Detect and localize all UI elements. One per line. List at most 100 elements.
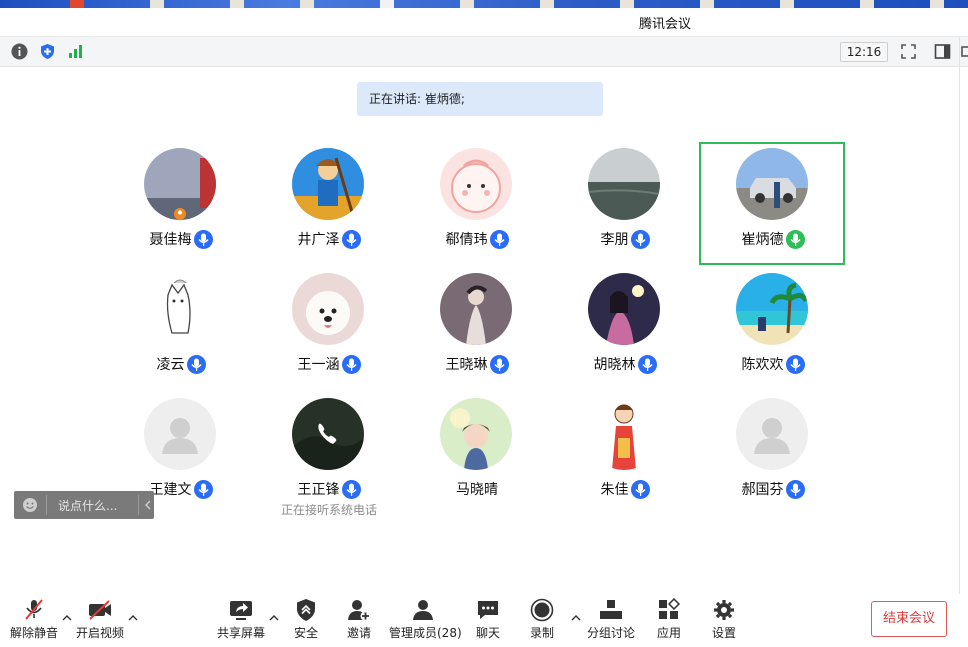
meeting-clock: 12:16 bbox=[840, 42, 888, 62]
avatar bbox=[144, 148, 216, 220]
gear-icon bbox=[711, 598, 737, 622]
participant-tile[interactable]: 郗倩玮 bbox=[403, 143, 551, 267]
participant-tile-active[interactable]: 崔炳德 bbox=[699, 143, 847, 267]
participant-name: 郗倩玮 bbox=[445, 232, 488, 248]
share-options-caret-icon[interactable] bbox=[268, 608, 280, 621]
fullscreen-icon[interactable] bbox=[900, 43, 917, 60]
microphone-icon bbox=[489, 229, 509, 249]
avatar bbox=[736, 148, 808, 220]
participant-name: 胡晓林 bbox=[593, 357, 636, 373]
chat-bubble-icon bbox=[475, 598, 501, 622]
microphone-icon bbox=[637, 354, 657, 374]
microphone-icon bbox=[630, 229, 650, 249]
avatar bbox=[144, 273, 216, 345]
meeting-control-bar: 解除静音 开启视频 共享屏幕 安全 邀请 管理成员(28) 聊天 录制 分组讨论… bbox=[0, 594, 960, 647]
desktop-taskbar-strip bbox=[0, 0, 968, 8]
chat-input-placeholder[interactable]: 说点什么... bbox=[58, 497, 117, 514]
participant-tile[interactable]: 陈欢欢 bbox=[699, 268, 847, 392]
record-options-caret-icon[interactable] bbox=[570, 608, 582, 621]
audio-options-caret-icon[interactable] bbox=[61, 608, 73, 621]
participant-name: 崔炳德 bbox=[741, 232, 784, 248]
manage-members-button[interactable]: 管理成员(28) bbox=[389, 594, 462, 640]
start-video-button[interactable]: 开启视频 bbox=[74, 594, 126, 640]
security-shield-icon[interactable] bbox=[39, 43, 56, 60]
participant-tile[interactable]: 聂佳梅 bbox=[107, 143, 255, 267]
emoji-icon[interactable] bbox=[22, 497, 38, 513]
avatar bbox=[440, 273, 512, 345]
participant-name: 聂佳梅 bbox=[149, 232, 192, 248]
invite-button[interactable]: 邀请 bbox=[339, 594, 379, 640]
record-button[interactable]: 录制 bbox=[522, 594, 562, 640]
microphone-muted-icon bbox=[21, 598, 47, 622]
participant-name: 李朋 bbox=[600, 232, 629, 248]
participant-name: 井广泽 bbox=[297, 232, 340, 248]
share-screen-button[interactable]: 共享屏幕 bbox=[216, 594, 266, 640]
participant-tile[interactable]: 王正锋 正在接听系统电话 bbox=[255, 393, 403, 517]
participant-status: 正在接听系统电话 bbox=[280, 503, 377, 517]
avatar bbox=[736, 398, 808, 470]
avatar bbox=[144, 398, 216, 470]
participant-tile[interactable]: 王一涵 bbox=[255, 268, 403, 392]
microphone-icon bbox=[785, 479, 805, 499]
breakout-icon bbox=[598, 598, 624, 622]
participant-name: 王建文 bbox=[149, 482, 192, 498]
microphone-icon bbox=[630, 479, 650, 499]
microphone-icon bbox=[186, 354, 206, 374]
microphone-speaking-icon bbox=[785, 229, 805, 249]
security-button[interactable]: 安全 bbox=[286, 594, 326, 640]
participant-tile[interactable]: 井广泽 bbox=[255, 143, 403, 267]
record-icon bbox=[529, 598, 555, 622]
participant-name: 王一涵 bbox=[297, 357, 340, 373]
avatar bbox=[292, 273, 364, 345]
avatar bbox=[440, 148, 512, 220]
avatar bbox=[588, 398, 660, 470]
participant-name: 凌云 bbox=[156, 357, 185, 373]
breakout-rooms-button[interactable]: 分组讨论 bbox=[586, 594, 636, 640]
participant-tile[interactable]: 马晓晴 bbox=[403, 393, 551, 517]
apps-button[interactable]: 应用 bbox=[649, 594, 689, 640]
chat-button[interactable]: 聊天 bbox=[468, 594, 508, 640]
meeting-top-toolbar: 12:16 bbox=[0, 37, 968, 67]
shield-icon bbox=[293, 598, 319, 622]
side-panel-icon[interactable] bbox=[934, 43, 951, 60]
video-off-icon bbox=[87, 598, 113, 622]
signal-icon[interactable] bbox=[67, 43, 84, 60]
participant-name: 王正锋 bbox=[297, 482, 340, 498]
avatar bbox=[292, 398, 364, 470]
microphone-icon bbox=[341, 354, 361, 374]
add-user-icon bbox=[346, 598, 372, 622]
microphone-icon bbox=[341, 479, 361, 499]
info-icon[interactable] bbox=[11, 43, 28, 60]
avatar bbox=[588, 273, 660, 345]
apps-grid-icon bbox=[656, 597, 682, 622]
avatar bbox=[736, 273, 808, 345]
participant-name: 陈欢欢 bbox=[741, 357, 784, 373]
end-meeting-button[interactable]: 结束会议 bbox=[871, 601, 947, 637]
window-right-border bbox=[959, 37, 960, 637]
settings-button[interactable]: 设置 bbox=[704, 594, 744, 640]
quick-chat-box[interactable]: 说点什么... bbox=[14, 491, 154, 519]
participant-tile[interactable]: 朱佳 bbox=[551, 393, 699, 517]
collapse-chevron-icon[interactable] bbox=[144, 499, 152, 514]
participant-tile[interactable]: 李朋 bbox=[551, 143, 699, 267]
participant-tile[interactable]: 凌云 bbox=[107, 268, 255, 392]
close-icon[interactable] bbox=[961, 43, 968, 60]
members-icon bbox=[410, 598, 436, 622]
participant-tile[interactable]: 王晓琳 bbox=[403, 268, 551, 392]
share-screen-icon bbox=[228, 598, 254, 622]
participant-tile[interactable]: 郝国芬 bbox=[699, 393, 847, 517]
participant-tile[interactable]: 胡晓林 bbox=[551, 268, 699, 392]
unmute-button[interactable]: 解除静音 bbox=[8, 594, 60, 640]
microphone-icon bbox=[193, 479, 213, 499]
avatar bbox=[440, 398, 512, 470]
avatar bbox=[292, 148, 364, 220]
video-options-caret-icon[interactable] bbox=[127, 608, 139, 621]
speaking-banner: 正在讲话: 崔炳德; bbox=[357, 82, 603, 116]
participant-name: 马晓晴 bbox=[456, 482, 498, 498]
microphone-icon bbox=[341, 229, 361, 249]
avatar bbox=[588, 148, 660, 220]
window-title-bar: 腾讯会议 bbox=[0, 8, 968, 37]
microphone-icon bbox=[489, 354, 509, 374]
participant-name: 朱佳 bbox=[600, 482, 629, 498]
participant-name: 郝国芬 bbox=[741, 482, 784, 498]
